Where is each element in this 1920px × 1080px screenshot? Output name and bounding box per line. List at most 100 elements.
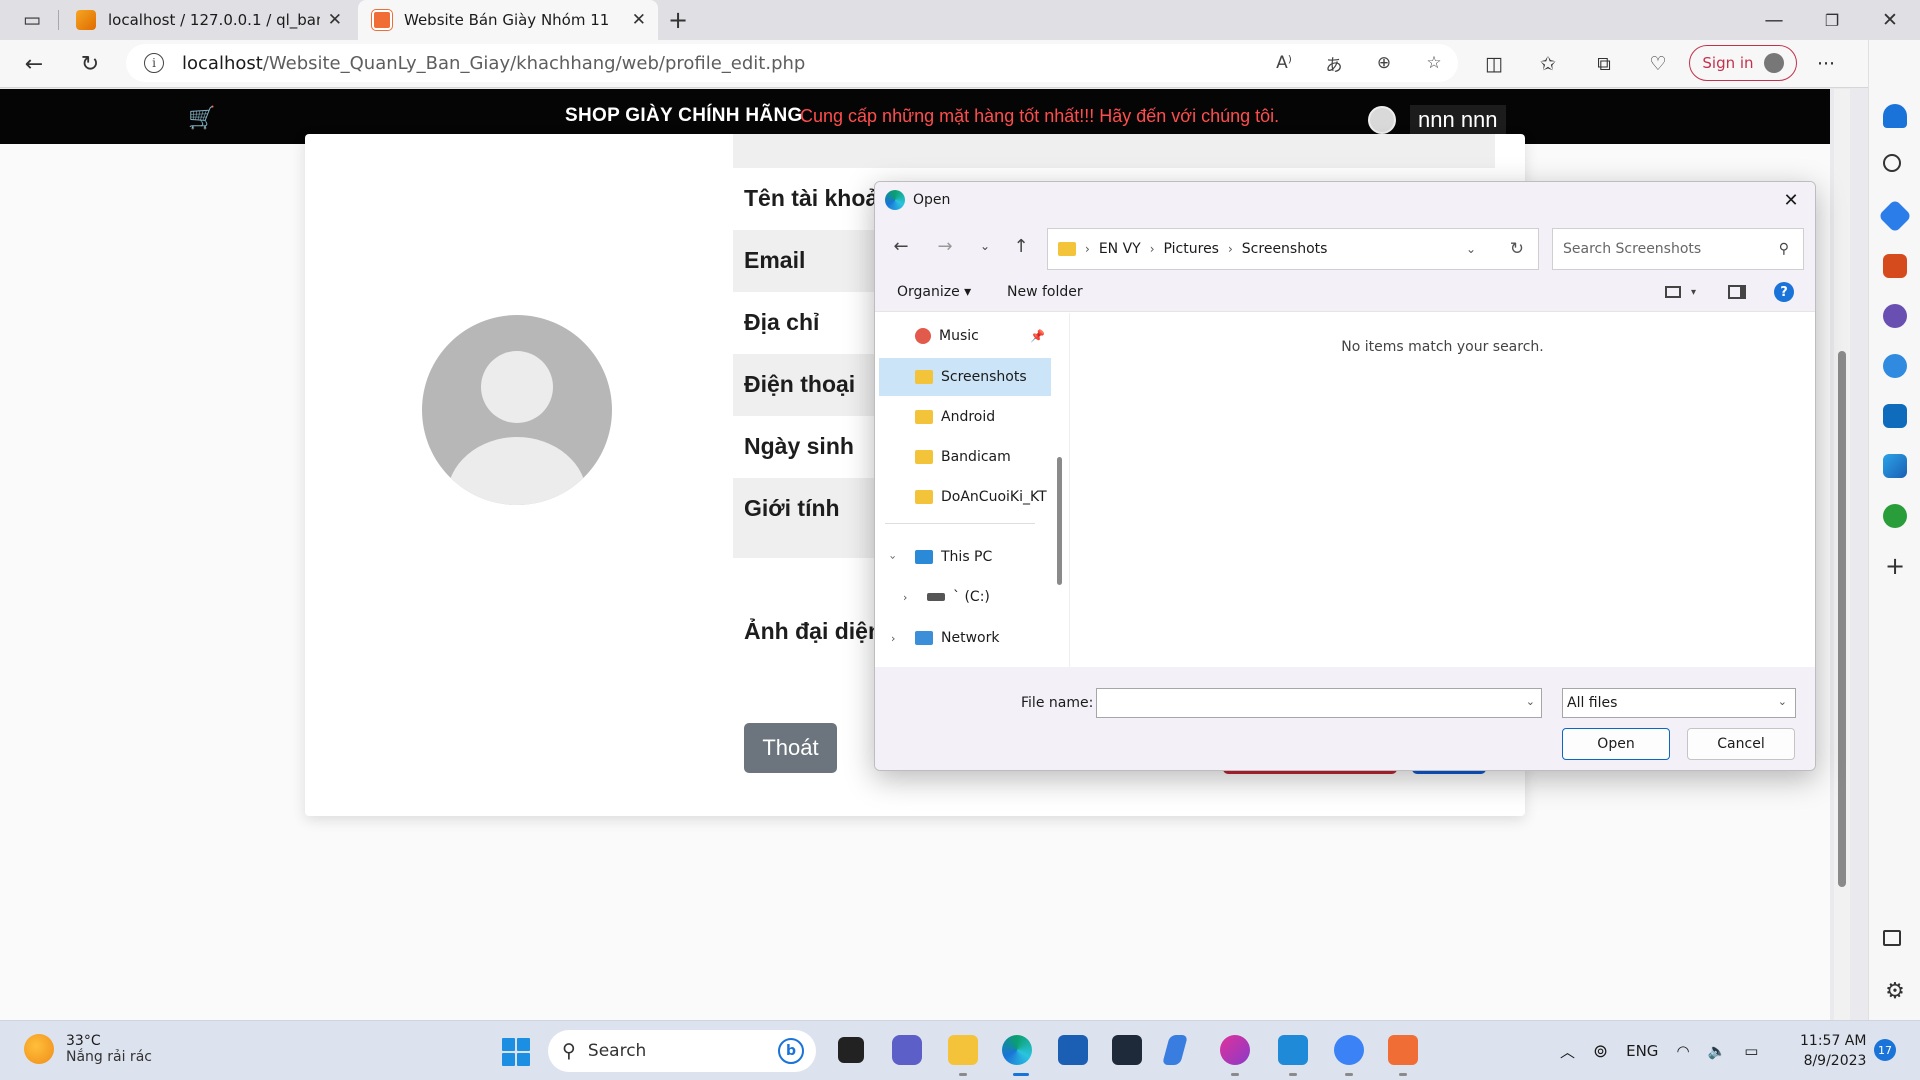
games-icon[interactable] (1883, 304, 1907, 328)
nav-item-this-pc[interactable]: › This PC (879, 538, 1051, 576)
collections-icon[interactable]: ⧉ (1586, 46, 1622, 82)
dialog-file-list[interactable]: No items match your search. (1069, 313, 1815, 667)
recent-locations-chevron-icon[interactable]: ⌄ (971, 232, 999, 260)
page-scrollbar[interactable] (1834, 89, 1850, 1020)
tab-website[interactable]: Website Bán Giày Nhóm 11 ✕ (358, 0, 658, 40)
microsoft-365-icon[interactable] (1883, 354, 1907, 378)
cart-icon[interactable]: 🛒 (188, 106, 215, 131)
close-tab-icon[interactable]: ✕ (328, 10, 342, 30)
send-icon[interactable] (1883, 454, 1907, 478)
reload-icon[interactable]: ↻ (72, 46, 108, 82)
breadcrumb-dropdown-icon[interactable]: ⌄ (1466, 242, 1476, 256)
language-indicator[interactable]: ENG (1626, 1042, 1658, 1060)
dropbox-icon[interactable] (1112, 1035, 1142, 1065)
zoom-icon[interactable]: ⊕ (1366, 44, 1402, 82)
translate-icon[interactable]: あ (1316, 44, 1352, 82)
exit-button[interactable]: Thoát (744, 723, 837, 773)
browser-essentials-icon[interactable]: ♡ (1640, 46, 1676, 82)
visual-studio-installer-icon[interactable] (1161, 1035, 1189, 1065)
tools-icon[interactable] (1883, 254, 1907, 278)
tab-actions-icon[interactable]: ▭ (14, 2, 50, 38)
back-icon[interactable]: ← (16, 46, 52, 82)
notification-count-badge[interactable]: 17 (1874, 1039, 1896, 1061)
breadcrumb-item[interactable]: Pictures (1164, 241, 1219, 257)
window-close-icon[interactable]: ✕ (1872, 2, 1908, 38)
user-menu[interactable]: nnn nnn (1368, 105, 1506, 135)
volume-icon[interactable]: 🔈 (1708, 1042, 1727, 1060)
split-screen-icon[interactable]: ◫ (1476, 46, 1512, 82)
site-info-icon[interactable]: i (144, 53, 164, 73)
expand-chevron-icon[interactable]: › (903, 591, 907, 604)
more-menu-icon[interactable]: ··· (1808, 46, 1844, 82)
organize-menu[interactable]: Organize ▾ (897, 284, 971, 300)
shopping-tag-icon[interactable] (1878, 199, 1912, 233)
dialog-forward-icon[interactable]: → (931, 232, 959, 260)
file-explorer-icon[interactable] (948, 1035, 978, 1065)
change-view-icon[interactable] (1665, 286, 1681, 298)
breadcrumb-item[interactable]: Screenshots (1242, 241, 1328, 257)
expand-chevron-icon[interactable]: › (887, 555, 900, 559)
weather-widget[interactable]: 33°C Nắng rải rác (24, 1033, 152, 1065)
expand-chevron-icon[interactable]: › (891, 632, 895, 645)
wps-office-icon[interactable] (1220, 1035, 1250, 1065)
nav-item-music[interactable]: Music 📌 (879, 317, 1051, 355)
add-sidebar-icon[interactable]: + (1883, 554, 1907, 578)
network-status-icon[interactable]: ⊚ (1593, 1041, 1608, 1062)
microsoft-store-icon[interactable] (1058, 1035, 1088, 1065)
settings-gear-icon[interactable]: ⚙ (1883, 980, 1907, 1004)
tab-phpmyadmin[interactable]: localhost / 127.0.0.1 / ql_bangiay ✕ (62, 0, 354, 40)
view-dropdown-icon[interactable]: ▾ (1691, 287, 1696, 298)
help-icon[interactable]: ? (1774, 282, 1795, 302)
nav-item-screenshots[interactable]: Screenshots (879, 358, 1051, 396)
sidebar-toggle-icon[interactable] (1883, 930, 1901, 946)
restore-icon[interactable]: ❐ (1814, 2, 1850, 38)
up-folder-icon[interactable]: ↑ (1007, 232, 1035, 260)
show-hidden-icons-icon[interactable]: ︿ (1560, 1041, 1575, 1062)
address-bar[interactable]: i localhost/Website_QuanLy_Ban_Giay/khac… (126, 44, 1458, 82)
page-scrollbar-thumb[interactable] (1838, 351, 1846, 887)
new-folder-button[interactable]: New folder (1007, 284, 1083, 300)
bing-icon[interactable]: b (778, 1038, 804, 1064)
open-button[interactable]: Open (1562, 728, 1670, 760)
tree-icon[interactable] (1883, 504, 1907, 528)
new-tab-icon[interactable]: + (660, 2, 696, 38)
chat-icon[interactable] (892, 1035, 922, 1065)
xampp-icon[interactable] (1388, 1035, 1418, 1065)
notification-bell-icon[interactable] (1883, 104, 1907, 128)
taskbar-search-box[interactable]: ⚲ Search b (548, 1030, 816, 1072)
cancel-button[interactable]: Cancel (1687, 728, 1795, 760)
dialog-back-icon[interactable]: ← (887, 232, 915, 260)
nav-item-android[interactable]: Android (879, 398, 1051, 436)
favorites-icon[interactable]: ✩ (1530, 46, 1566, 82)
file-name-dropdown-icon[interactable]: ⌄ (1526, 695, 1535, 708)
dialog-search-input[interactable]: Search Screenshots ⚲ (1552, 228, 1804, 270)
search-icon[interactable] (1883, 154, 1901, 172)
windows-start-icon[interactable] (502, 1038, 530, 1066)
nav-pane-scrollbar[interactable] (1055, 313, 1065, 667)
breadcrumb-item[interactable]: EN VY (1099, 241, 1141, 257)
dialog-close-icon[interactable]: ✕ (1777, 186, 1805, 214)
nav-item-bandicam[interactable]: Bandicam (879, 438, 1051, 476)
file-name-input[interactable]: ⌄ (1096, 688, 1542, 718)
nav-pane-scrollbar-thumb[interactable] (1057, 457, 1062, 585)
edge-browser-icon[interactable] (1002, 1035, 1032, 1065)
outlook-icon[interactable] (1883, 404, 1907, 428)
dialog-breadcrumb[interactable]: › EN VY › Pictures › Screenshots ⌄ ↻ (1047, 228, 1539, 270)
shop-name[interactable]: SHOP GIÀY CHÍNH HÃNG (565, 105, 803, 127)
vscode-icon[interactable] (1278, 1035, 1308, 1065)
battery-icon[interactable]: ▭ (1744, 1042, 1758, 1060)
minimize-icon[interactable]: — (1756, 2, 1792, 38)
preview-pane-icon[interactable] (1728, 285, 1747, 299)
nav-item-c-drive[interactable]: › ` (C:) (879, 578, 1051, 616)
file-type-select[interactable]: All files ⌄ (1562, 688, 1796, 718)
read-aloud-icon[interactable]: A⁾ (1266, 44, 1302, 82)
system-clock[interactable]: 11:57 AM 8/9/2023 (1800, 1031, 1866, 1071)
refresh-icon[interactable]: ↻ (1510, 239, 1524, 259)
favorite-star-icon[interactable]: ☆ (1416, 44, 1452, 82)
task-view-icon[interactable] (838, 1037, 864, 1063)
wifi-icon[interactable]: ◠ (1676, 1042, 1689, 1060)
translator-icon[interactable] (1334, 1035, 1364, 1065)
close-tab-icon[interactable]: ✕ (632, 10, 646, 30)
nav-item-doancuoiki[interactable]: DoAnCuoiKi_KT (879, 478, 1051, 516)
sign-in-button[interactable]: Sign in (1689, 45, 1797, 81)
